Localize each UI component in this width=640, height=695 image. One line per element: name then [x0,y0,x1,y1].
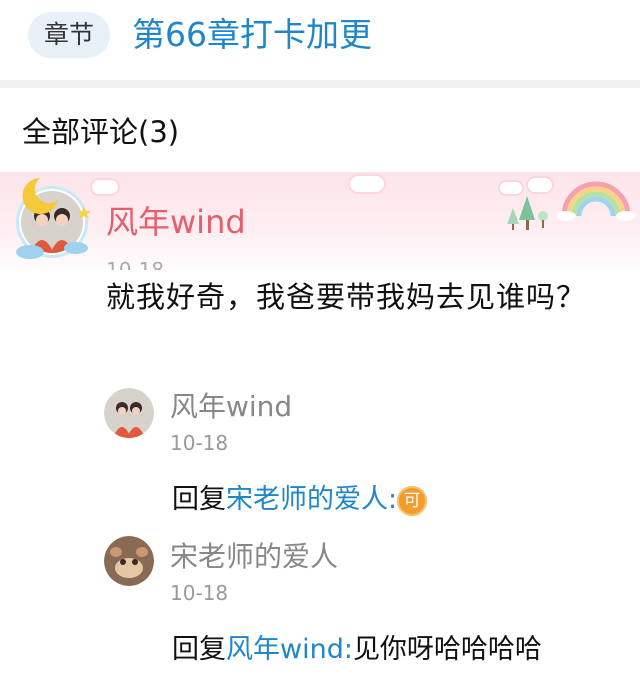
reply-date: 10-18 [170,581,229,605]
chapter-chip[interactable]: 章节 [28,12,111,58]
reply-text: 回复宋老师的爱人: 可 [172,482,428,518]
avatar[interactable] [104,388,154,438]
comment-text: 就我好奇，我爸要带我妈去见谁吗？ [106,280,587,314]
cloud-icon [500,182,522,194]
chapter-bar: 章节 第66章打卡加更 [0,0,640,78]
section-divider [0,80,640,88]
tree-icon [507,196,548,230]
comment-date: 10-18 [106,258,165,270]
avatar[interactable] [6,176,96,266]
reply-prefix: 回复 [172,634,226,665]
comments-header: 全部评论(3) [22,115,180,149]
rainbow-icon [556,181,636,221]
comment-author[interactable]: 风年wind [106,202,246,242]
chapter-title-link[interactable]: 第66章打卡加更 [132,13,372,57]
reply-mention[interactable]: 风年wind: [226,634,353,665]
cloud-icon [528,178,552,192]
reply-author[interactable]: 宋老师的爱人 [170,539,338,575]
reply-text: 回复风年wind:见你呀哈哈哈哈 [172,632,542,668]
reply-body: 见你呀哈哈哈哈 [352,634,542,665]
reply-mention[interactable]: 宋老师的爱人: [226,484,397,515]
emoji-ke-icon: 可 [397,485,428,516]
cloud-icon [350,176,384,192]
reply-date: 10-18 [170,431,229,455]
reply-author[interactable]: 风年wind [170,389,292,425]
reply-prefix: 回复 [172,484,226,515]
avatar[interactable] [104,536,154,586]
comment-banner [0,172,640,276]
